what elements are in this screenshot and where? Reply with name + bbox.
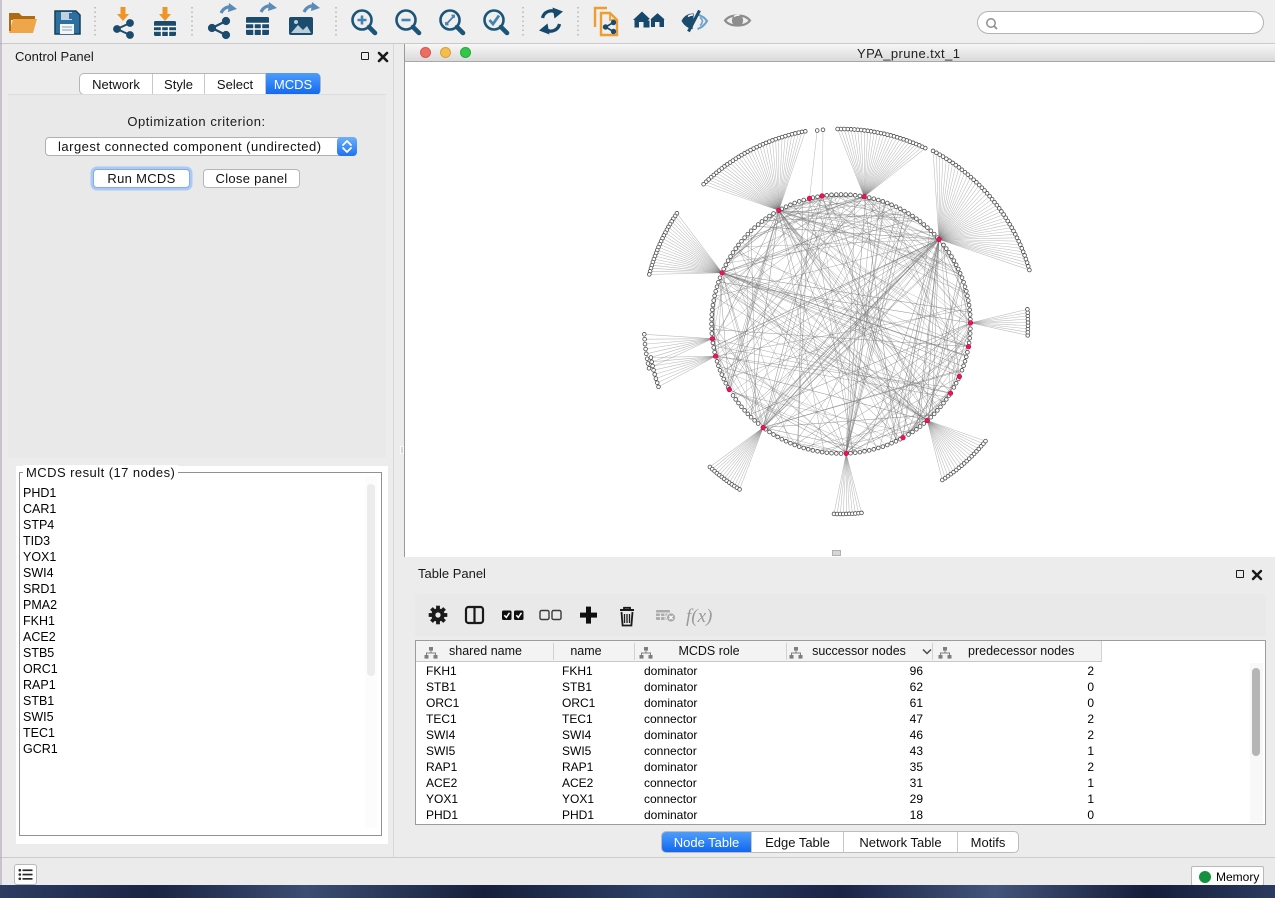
svg-text:f(x): f(x) [686, 606, 712, 627]
